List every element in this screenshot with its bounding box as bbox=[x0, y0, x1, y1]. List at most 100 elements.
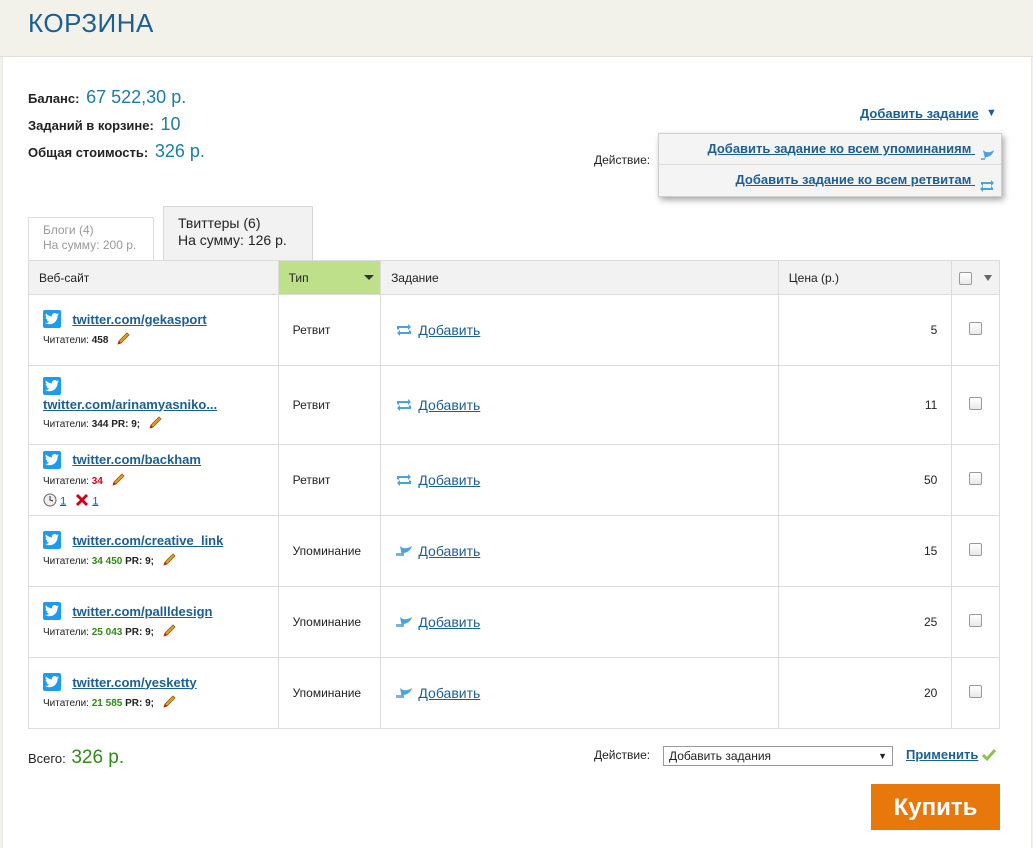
type-cell: Ретвит bbox=[277, 294, 382, 366]
total-cost-value: 326 р. bbox=[154, 141, 205, 161]
select-cell bbox=[951, 586, 1000, 658]
menu-item-add-to-retweets[interactable]: Добавить задание ко всем ретвитам bbox=[735, 165, 995, 195]
row-checkbox[interactable] bbox=[969, 543, 983, 556]
bulk-action-select-value: Добавить задания bbox=[669, 749, 772, 763]
column-header-task[interactable]: Задание bbox=[380, 260, 779, 295]
select-cell bbox=[951, 365, 1000, 445]
pr-value: PR: 9; bbox=[125, 556, 155, 568]
readers-label: Читатели: bbox=[43, 335, 89, 347]
readers-label: Читатели: bbox=[43, 698, 89, 710]
tab-blogs[interactable]: Блоги (4) На сумму: 200 р. bbox=[28, 217, 154, 260]
row-checkbox[interactable] bbox=[969, 472, 983, 485]
tab-sum: На сумму: 200 р. bbox=[43, 238, 137, 252]
sort-desc-icon[interactable] bbox=[364, 275, 375, 280]
menu-item-add-to-mentions[interactable]: Добавить задание ко всем упоминаниям bbox=[707, 134, 995, 164]
add-task-link[interactable]: Добавить bbox=[418, 472, 480, 488]
total-value: 326 р. bbox=[71, 747, 125, 768]
readers-count: 25 043 bbox=[91, 627, 123, 639]
tasks-count-label: Заданий в корзине: bbox=[28, 118, 154, 133]
readers-count: 458 bbox=[91, 335, 109, 347]
type-cell: Ретвит bbox=[277, 365, 382, 445]
add-task-link[interactable]: Добавить bbox=[418, 397, 480, 413]
bulk-action-label: Действие: bbox=[594, 748, 651, 762]
tab-sum: На сумму: 126 р. bbox=[178, 232, 287, 248]
retweet-icon bbox=[979, 174, 995, 192]
table-row: twitter.com/creative_link Читатели: 34 4… bbox=[28, 515, 1000, 587]
site-cell: twitter.com/creative_link Читатели: 34 4… bbox=[28, 515, 279, 587]
row-checkbox[interactable] bbox=[969, 397, 983, 410]
select-cell bbox=[951, 294, 1000, 366]
site-link[interactable]: twitter.com/arinamyasniko... bbox=[43, 397, 278, 412]
row-checkbox[interactable] bbox=[969, 614, 983, 627]
mention-icon bbox=[395, 544, 413, 558]
apply-button[interactable]: Применить bbox=[906, 747, 978, 762]
price-cell: 15 bbox=[777, 515, 953, 587]
cart-summary: Баланс: 67 522,30 р. Заданий в корзине: … bbox=[28, 84, 205, 165]
menu-item-label: Добавить задание ко всем ретвитам bbox=[735, 172, 972, 187]
readers-count: 34 450 bbox=[91, 556, 123, 568]
chevron-down-icon[interactable]: ▼ bbox=[986, 107, 997, 119]
table-header-row: Веб-сайт Тип Задание Цена (р.) bbox=[28, 260, 1000, 295]
tab-twitter[interactable]: Твиттеры (6) На сумму: 126 р. bbox=[163, 206, 313, 262]
pending-count-link[interactable]: 1 bbox=[60, 495, 66, 507]
twitter-bird-icon bbox=[43, 602, 61, 620]
balance-value: 67 522,30 р. bbox=[86, 87, 187, 107]
site-link[interactable]: twitter.com/yesketty bbox=[72, 675, 196, 690]
row-checkbox[interactable] bbox=[969, 322, 983, 335]
select-cell bbox=[951, 444, 1000, 516]
column-header-price[interactable]: Цена (р.) bbox=[777, 260, 953, 295]
chevron-down-icon[interactable] bbox=[983, 275, 992, 282]
checkmark-icon bbox=[981, 747, 997, 768]
column-header-select-all[interactable] bbox=[951, 260, 1000, 295]
site-link[interactable]: twitter.com/pallldesign bbox=[72, 604, 212, 619]
pencil-icon[interactable] bbox=[110, 472, 126, 491]
task-cell: Добавить bbox=[380, 294, 779, 366]
readers-meta: Читатели: 25 043 PR: 9; bbox=[43, 623, 278, 642]
column-header-type[interactable]: Тип bbox=[277, 260, 382, 295]
add-task-link[interactable]: Добавить bbox=[418, 543, 480, 559]
chevron-down-icon: ▼ bbox=[878, 751, 887, 761]
reject-icon bbox=[75, 493, 89, 510]
pencil-icon[interactable] bbox=[161, 623, 177, 642]
pr-value: PR: 9; bbox=[125, 627, 155, 639]
cart-table: Веб-сайт Тип Задание Цена (р.) twitter.c… bbox=[28, 260, 1000, 729]
site-link[interactable]: twitter.com/gekasport bbox=[72, 312, 206, 327]
pencil-icon[interactable] bbox=[161, 694, 177, 713]
readers-label: Читатели: bbox=[43, 556, 89, 568]
task-cell: Добавить bbox=[380, 444, 779, 516]
bulk-action-select[interactable]: Добавить задания ▼ bbox=[663, 746, 893, 766]
select-all-checkbox[interactable] bbox=[959, 271, 973, 285]
buy-button[interactable]: Купить bbox=[871, 784, 1000, 830]
twitter-bird-icon bbox=[43, 450, 61, 469]
pencil-icon[interactable] bbox=[147, 415, 163, 434]
add-task-link[interactable]: Добавить bbox=[418, 685, 480, 701]
task-cell: Добавить bbox=[380, 586, 779, 658]
add-task-dropdown-link[interactable]: Добавить задание bbox=[860, 106, 979, 121]
type-cell: Упоминание bbox=[277, 515, 382, 587]
readers-meta: Читатели: 34 bbox=[43, 472, 278, 491]
row-extras: 1 1 bbox=[43, 493, 278, 510]
readers-label: Читатели: bbox=[43, 418, 89, 430]
mention-icon bbox=[395, 615, 413, 629]
total-cost-row: Общая стоимость: 326 р. bbox=[28, 138, 205, 165]
retweet-icon bbox=[395, 323, 413, 337]
pencil-icon[interactable] bbox=[161, 552, 177, 571]
add-task-link[interactable]: Добавить bbox=[418, 614, 480, 630]
type-cell: Ретвит bbox=[277, 444, 382, 516]
price-cell: 25 bbox=[777, 586, 953, 658]
add-task-link[interactable]: Добавить bbox=[418, 322, 480, 338]
readers-count: 344 bbox=[91, 418, 109, 430]
column-header-site[interactable]: Веб-сайт bbox=[28, 260, 279, 295]
retweet-icon bbox=[395, 398, 413, 412]
retweet-icon bbox=[395, 473, 413, 487]
row-checkbox[interactable] bbox=[969, 685, 983, 698]
rejected-count-link[interactable]: 1 bbox=[92, 495, 98, 507]
pencil-icon[interactable] bbox=[115, 331, 131, 350]
readers-count: 21 585 bbox=[91, 698, 123, 710]
site-link[interactable]: twitter.com/backham bbox=[72, 452, 201, 467]
price-cell: 11 bbox=[777, 365, 953, 445]
page-header: КОРЗИНА bbox=[0, 0, 1033, 57]
site-link[interactable]: twitter.com/creative_link bbox=[72, 533, 223, 548]
twitter-bird-icon bbox=[43, 310, 61, 328]
tab-label: Твиттеры (6) bbox=[178, 215, 261, 231]
